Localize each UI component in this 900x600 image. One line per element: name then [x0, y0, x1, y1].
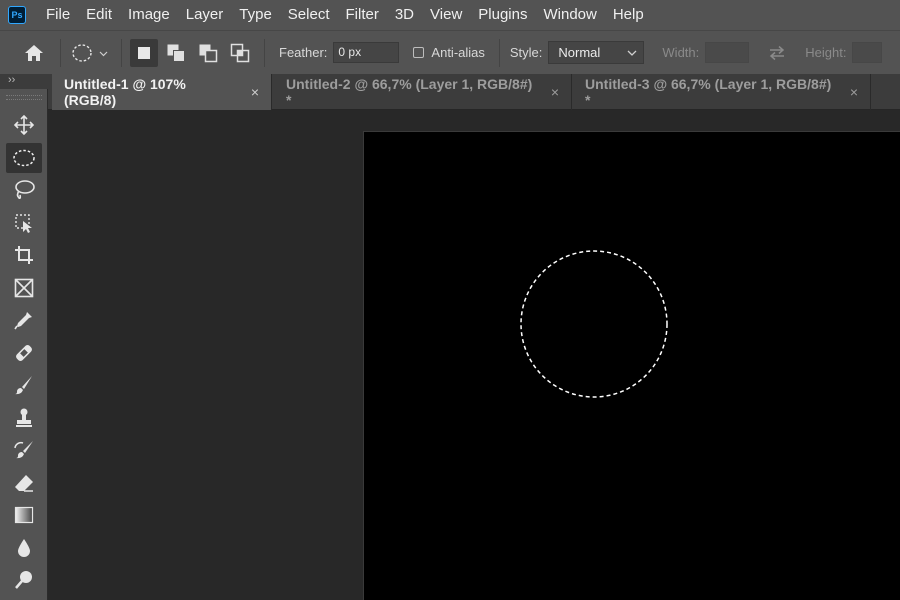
crop-icon — [15, 246, 33, 264]
brush-icon — [15, 376, 32, 395]
tool-preset-picker[interactable] — [69, 39, 113, 67]
move-icon — [13, 114, 35, 136]
move-tool[interactable] — [6, 110, 42, 140]
add-to-selection-icon — [167, 44, 185, 62]
menu-view[interactable]: View — [422, 0, 470, 30]
brush-tool[interactable] — [6, 370, 42, 400]
toolbar-collapse-toggle[interactable]: ›› — [8, 74, 15, 86]
separator — [121, 38, 122, 67]
menu-edit[interactable]: Edit — [78, 0, 120, 30]
close-icon[interactable]: × — [251, 84, 259, 100]
clone-stamp-tool[interactable] — [6, 403, 42, 433]
elliptical-selection-marquee[interactable] — [364, 132, 900, 600]
height-input[interactable] — [852, 42, 883, 63]
elliptical-marquee-icon — [13, 149, 35, 167]
subtract-from-selection-icon — [199, 44, 218, 62]
panel-grip[interactable] — [6, 95, 42, 100]
menu-plugins[interactable]: Plugins — [470, 0, 535, 30]
anti-alias-label: Anti-alias — [431, 45, 485, 60]
width-label: Width: — [662, 45, 700, 60]
eyedropper-tool[interactable] — [6, 305, 42, 335]
swap-arrows-icon — [770, 45, 785, 60]
document-canvas[interactable] — [363, 131, 900, 600]
chevron-down-icon — [627, 50, 637, 56]
anti-alias-checkbox[interactable] — [413, 47, 425, 58]
close-icon[interactable]: × — [551, 84, 559, 100]
elliptical-marquee-icon — [72, 43, 108, 62]
eraser-icon — [15, 475, 33, 492]
menu-help[interactable]: Help — [605, 0, 652, 30]
dodge-icon — [15, 571, 32, 589]
history-brush-tool[interactable] — [6, 435, 42, 465]
tab-untitled-2[interactable]: Untitled-2 @ 66,7% (Layer 1, RGB/8#) * × — [274, 74, 572, 110]
gradient-icon — [14, 506, 34, 524]
app-logo[interactable]: Ps — [8, 6, 26, 24]
menu-layer[interactable]: Layer — [178, 0, 232, 30]
new-selection-button[interactable] — [130, 38, 158, 67]
close-icon[interactable]: × — [850, 84, 858, 100]
menu-filter[interactable]: Filter — [338, 0, 387, 30]
frame-tool[interactable] — [6, 273, 42, 303]
gradient-tool[interactable] — [6, 500, 42, 530]
intersect-selection-icon — [230, 43, 250, 62]
style-label: Style: — [509, 45, 543, 60]
healing-brush-tool[interactable] — [6, 338, 42, 368]
tab-title: Untitled-2 @ 66,7% (Layer 1, RGB/8#) * — [286, 76, 533, 108]
feather-input[interactable]: 0 px — [333, 42, 400, 63]
menu-window[interactable]: Window — [535, 0, 604, 30]
frame-icon — [14, 278, 34, 298]
tools-panel — [0, 89, 48, 600]
eraser-tool[interactable] — [6, 468, 42, 498]
menu-type[interactable]: Type — [231, 0, 280, 30]
menu-image[interactable]: Image — [120, 0, 178, 30]
menu-select[interactable]: Select — [280, 0, 338, 30]
tab-untitled-3[interactable]: Untitled-3 @ 66,7% (Layer 1, RGB/8#) * × — [573, 74, 871, 110]
separator — [264, 38, 265, 67]
tab-title: Untitled-3 @ 66,7% (Layer 1, RGB/8#) * — [585, 76, 832, 108]
intersect-selection-button[interactable] — [226, 39, 254, 67]
blur-tool[interactable] — [6, 533, 42, 563]
home-button[interactable] — [20, 39, 48, 67]
document-tab-bar: ›› Untitled-1 @ 107% (RGB/8) × Untitled-… — [0, 74, 900, 110]
add-to-selection-button[interactable] — [162, 39, 190, 67]
home-icon — [25, 44, 43, 61]
crop-tool[interactable] — [6, 240, 42, 270]
feather-label: Feather: — [279, 45, 328, 60]
style-select[interactable]: Normal — [548, 41, 645, 64]
lasso-icon — [15, 180, 35, 199]
eyedropper-icon — [14, 312, 32, 330]
tab-untitled-1[interactable]: Untitled-1 @ 107% (RGB/8) × — [52, 74, 272, 110]
stamp-icon — [16, 408, 32, 427]
document-workspace — [49, 110, 900, 600]
options-bar: Feather: 0 px Anti-alias Style: Normal W… — [0, 30, 900, 74]
history-brush-icon — [14, 441, 33, 459]
separator — [498, 38, 500, 67]
menu-file[interactable]: File — [38, 0, 78, 30]
menu-3d[interactable]: 3D — [387, 0, 422, 30]
drop-icon — [18, 539, 30, 557]
object-selection-icon — [15, 214, 32, 233]
object-selection-tool[interactable] — [6, 208, 42, 238]
width-input[interactable] — [705, 42, 750, 63]
tab-title: Untitled-1 @ 107% (RGB/8) — [64, 76, 186, 108]
swap-dimensions-button[interactable] — [763, 39, 791, 67]
dodge-tool[interactable] — [6, 565, 42, 595]
subtract-from-selection-button[interactable] — [194, 39, 222, 67]
height-label: Height: — [805, 45, 847, 60]
lasso-tool[interactable] — [6, 175, 42, 205]
elliptical-marquee-tool[interactable] — [6, 143, 42, 173]
menu-bar: Ps File Edit Image Layer Type Select Fil… — [0, 0, 900, 30]
separator — [60, 38, 61, 67]
style-select-value: Normal — [558, 45, 601, 60]
new-selection-icon — [138, 46, 150, 59]
bandage-icon — [16, 345, 32, 361]
